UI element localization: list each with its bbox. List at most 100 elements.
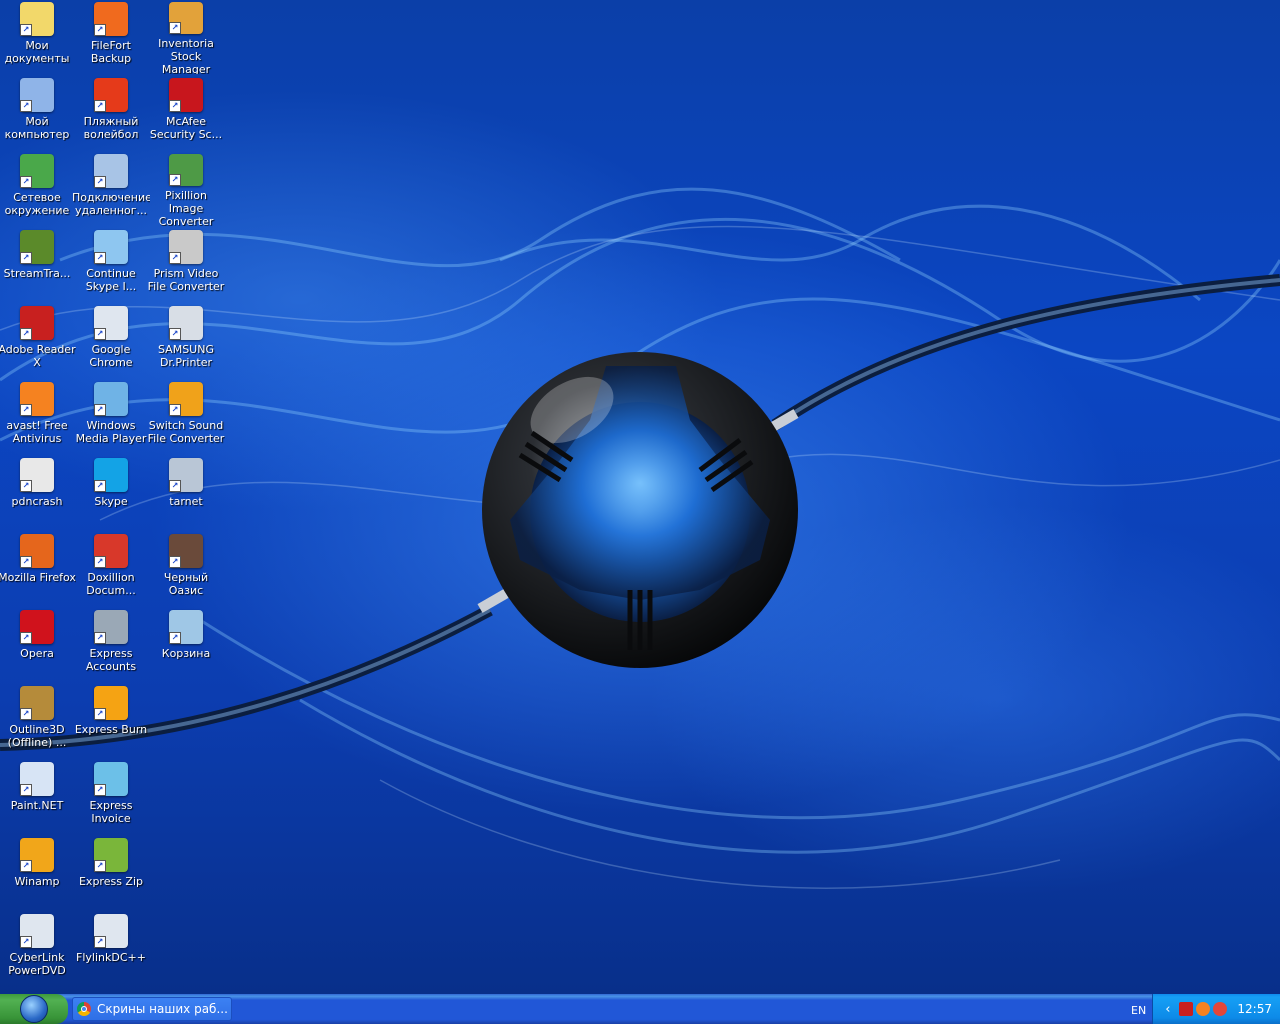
taskbar-window-title: Скрины наших раб... bbox=[97, 1002, 228, 1016]
desktop-icon-label: Paint.NET bbox=[10, 799, 64, 812]
desktop[interactable]: ↗ Мои документы ↗ Мой компьютер ↗ Сетевое окр… bbox=[0, 0, 1280, 994]
network-icon: ↗ bbox=[20, 154, 54, 188]
clock[interactable]: 12:57 bbox=[1237, 1002, 1272, 1016]
shortcut-arrow-icon: ↗ bbox=[169, 632, 181, 644]
desktop-icon[interactable]: ↗ Inventoria Stock Manager bbox=[149, 2, 223, 74]
desktop-icon[interactable]: ↗ Adobe Reader X bbox=[0, 306, 76, 378]
desktop-icon[interactable]: ↗ Сетевое окружение bbox=[0, 154, 74, 226]
desktop-icon-label: Winamp bbox=[14, 875, 60, 888]
desktop-icon[interactable]: ↗ Google Chrome bbox=[74, 306, 148, 378]
shortcut-arrow-icon: ↗ bbox=[20, 860, 32, 872]
desktop-icon[interactable]: ↗ FlylinkDC++ bbox=[74, 914, 148, 986]
desktop-icon[interactable]: ↗ tarnet bbox=[149, 458, 223, 530]
desktop-icon-label: Express Accounts bbox=[85, 647, 137, 673]
chrome-icon bbox=[77, 1002, 91, 1016]
desktop-icon[interactable]: ↗ Skype bbox=[74, 458, 148, 530]
desktop-icon-label: Opera bbox=[20, 647, 54, 660]
desktop-icon-label: Подключение удаленног... bbox=[72, 191, 150, 217]
desktop-icon[interactable]: ↗ Подключение удаленног... bbox=[72, 154, 150, 226]
desktop-icon[interactable]: ↗ Winamp bbox=[0, 838, 74, 910]
express-accounts-icon: ↗ bbox=[94, 610, 128, 644]
desktop-icon[interactable]: ↗ Мой компьютер bbox=[0, 78, 74, 150]
desktop-icon-label: Черный Оазис bbox=[163, 571, 209, 597]
desktop-icon-label: Outline3D (Offline) ... bbox=[7, 723, 67, 749]
desktop-icon[interactable]: ↗ Outline3D (Offline) ... bbox=[0, 686, 74, 758]
desktop-icon[interactable]: ↗ Paint.NET bbox=[0, 762, 74, 834]
windows-start-icon bbox=[20, 995, 48, 1023]
desktop-icon[interactable]: ↗ Opera bbox=[0, 610, 74, 682]
shortcut-arrow-icon: ↗ bbox=[20, 936, 32, 948]
desktop-icon[interactable]: ↗ Express Burn bbox=[74, 686, 148, 758]
desktop-icon-label: Google Chrome bbox=[89, 343, 133, 369]
desktop-icon[interactable]: ↗ Mozilla Firefox bbox=[0, 534, 76, 606]
shortcut-arrow-icon: ↗ bbox=[20, 176, 32, 188]
shortcut-arrow-icon: ↗ bbox=[20, 784, 32, 796]
desktop-icon-label: FlylinkDC++ bbox=[76, 951, 146, 964]
desktop-icon-label: CyberLink PowerDVD bbox=[8, 951, 66, 977]
inventoria-icon: ↗ bbox=[169, 2, 203, 35]
avast-icon: ↗ bbox=[20, 382, 54, 416]
desktop-icon[interactable]: ↗ FileFort Backup bbox=[74, 2, 148, 74]
desktop-icon[interactable]: ↗ Doxillion Docum... bbox=[74, 534, 148, 606]
desktop-icon[interactable]: ↗ CyberLink PowerDVD bbox=[0, 914, 74, 986]
paint-net-icon: ↗ bbox=[20, 762, 54, 796]
desktop-icon[interactable]: ↗ Switch Sound File Converter bbox=[148, 382, 224, 454]
shortcut-arrow-icon: ↗ bbox=[169, 22, 181, 35]
desktop-icon[interactable]: ↗ Pixillion Image Converter bbox=[149, 154, 223, 226]
tarnet-icon: ↗ bbox=[169, 458, 203, 492]
my-computer-icon: ↗ bbox=[20, 78, 54, 112]
security-tray-icon[interactable] bbox=[1213, 1002, 1228, 1016]
shortcut-arrow-icon: ↗ bbox=[169, 174, 181, 187]
shortcut-arrow-icon: ↗ bbox=[20, 632, 32, 644]
desktop-icon-label: FileFort Backup bbox=[90, 39, 132, 65]
black-oasis-icon: ↗ bbox=[169, 534, 203, 568]
taskbar-window-chrome[interactable]: Скрины наших раб... bbox=[72, 997, 232, 1021]
desktop-icon-label: Pixillion Image Converter bbox=[158, 189, 214, 226]
shortcut-arrow-icon: ↗ bbox=[94, 176, 106, 188]
desktop-icon[interactable]: ↗ Мои документы bbox=[0, 2, 74, 74]
desktop-icon[interactable]: ↗ Корзина bbox=[149, 610, 223, 682]
winamp-icon: ↗ bbox=[20, 838, 54, 872]
desktop-icon-label: Inventoria Stock Manager bbox=[158, 37, 214, 74]
language-indicator[interactable]: EN bbox=[1131, 1004, 1146, 1017]
desktop-icon[interactable]: ↗ Windows Media Player bbox=[74, 382, 148, 454]
skype-installer-icon: ↗ bbox=[94, 230, 128, 264]
desktop-icon[interactable]: ↗ Continue Skype I... bbox=[74, 230, 148, 302]
pixillion-icon: ↗ bbox=[169, 154, 203, 187]
start-button[interactable] bbox=[0, 994, 68, 1024]
desktop-icon[interactable]: ↗ Express Invoice bbox=[74, 762, 148, 834]
shortcut-arrow-icon: ↗ bbox=[20, 100, 32, 112]
desktop-icon[interactable]: ↗ StreamTra... bbox=[0, 230, 74, 302]
express-zip-icon: ↗ bbox=[94, 838, 128, 872]
desktop-icon[interactable]: ↗ McAfee Security Sc... bbox=[149, 78, 223, 150]
desktop-icon-label: avast! Free Antivirus bbox=[6, 419, 68, 445]
desktop-icon[interactable]: ↗ SAMSUNG Dr.Printer bbox=[149, 306, 223, 378]
windows-media-player-icon: ↗ bbox=[94, 382, 128, 416]
desktop-icon[interactable]: ↗ avast! Free Antivirus bbox=[0, 382, 74, 454]
desktop-icon-label: Корзина bbox=[161, 647, 211, 660]
beach-volleyball-icon: ↗ bbox=[94, 78, 128, 112]
shortcut-arrow-icon: ↗ bbox=[20, 252, 32, 264]
mcafee-icon: ↗ bbox=[169, 78, 203, 112]
desktop-icon[interactable]: ↗ pdncrash bbox=[0, 458, 74, 530]
desktop-icon-label: Doxillion Docum... bbox=[86, 571, 136, 597]
desktop-icon-label: Мои документы bbox=[4, 39, 70, 65]
desktop-icon[interactable]: ↗ Express Accounts bbox=[74, 610, 148, 682]
tray-expand-icon[interactable]: ‹ bbox=[1165, 1002, 1170, 1017]
app-shortcut-icon: ↗ bbox=[94, 914, 128, 948]
switch-sound-icon: ↗ bbox=[169, 382, 203, 416]
desktop-icon-label: Prism Video File Converter bbox=[147, 267, 225, 293]
desktop-icon-label: Пляжный волейбол bbox=[83, 115, 139, 141]
desktop-icon[interactable]: ↗ Пляжный волейбол bbox=[74, 78, 148, 150]
desktop-icon-label: StreamTra... bbox=[3, 267, 71, 280]
shortcut-arrow-icon: ↗ bbox=[20, 404, 32, 416]
adobe-tray-icon[interactable] bbox=[1179, 1002, 1194, 1016]
recycle-bin-icon: ↗ bbox=[169, 610, 203, 644]
app-shortcut-icon: ↗ bbox=[94, 306, 128, 340]
desktop-icon[interactable]: ↗ Express Zip bbox=[74, 838, 148, 910]
desktop-icon-label: Continue Skype I... bbox=[85, 267, 137, 293]
desktop-icon[interactable]: ↗ Prism Video File Converter bbox=[147, 230, 225, 302]
desktop-icon[interactable]: ↗ Черный Оазис bbox=[149, 534, 223, 606]
avast-tray-icon[interactable] bbox=[1196, 1002, 1211, 1016]
desktop-icon-label: Adobe Reader X bbox=[0, 343, 76, 369]
